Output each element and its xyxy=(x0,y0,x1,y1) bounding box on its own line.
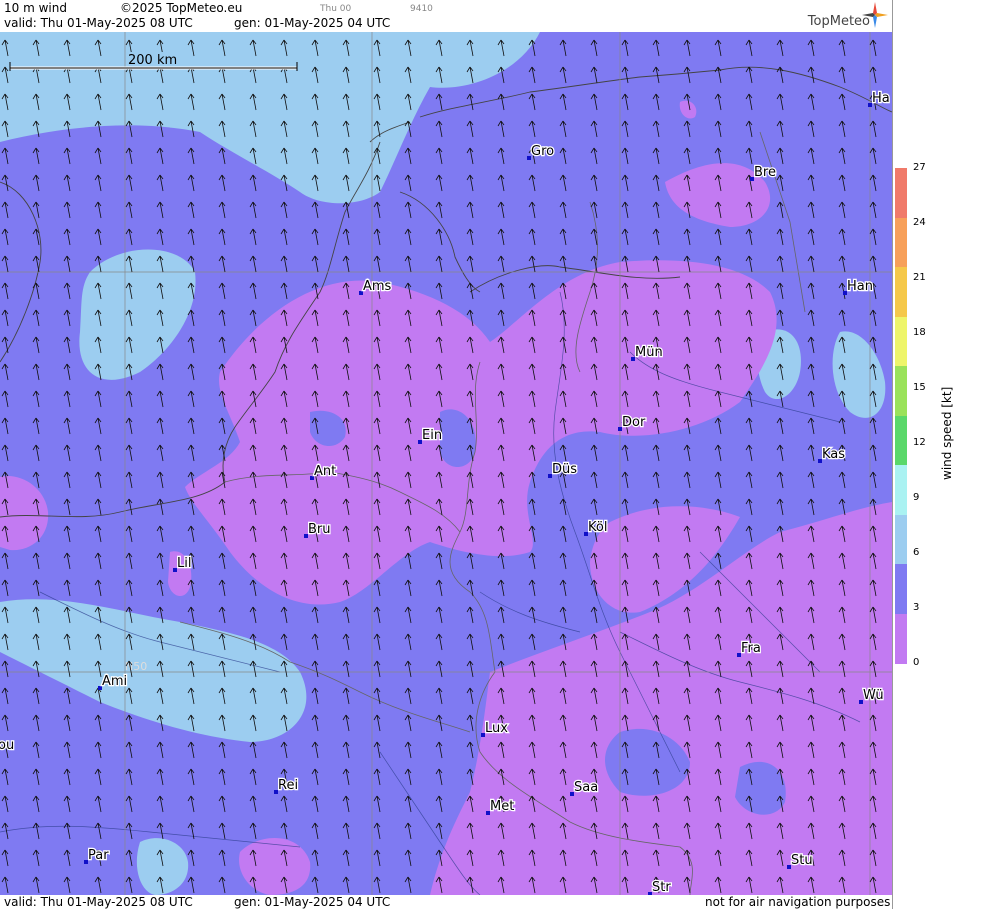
colorbar-tick-label: 24 xyxy=(913,217,926,228)
colorbar-tick-label: 3 xyxy=(913,602,920,613)
map-title: 10 m wind xyxy=(4,1,67,15)
colorbar-tick-label: 18 xyxy=(913,327,926,338)
city-label: Stu xyxy=(791,853,813,868)
city-label: Ams xyxy=(363,279,392,294)
colorbar-band xyxy=(895,217,907,268)
compass-logo-icon xyxy=(862,2,888,28)
wind-map[interactable]: N50 200 km Ha Gro Bre Ams Han Mün Dor Ein Kas Düs… xyxy=(0,32,892,895)
colorbar-tick-label: 21 xyxy=(913,272,926,283)
city-label: Gro xyxy=(531,144,554,159)
valid-time: valid: Thu 01-May-2025 08 UTC xyxy=(4,16,193,30)
colorbar-tick-label: 6 xyxy=(913,547,920,558)
scale-bar-label: 200 km xyxy=(128,53,177,68)
colorbar-tick-label: 9 xyxy=(913,492,920,503)
colorbar-band xyxy=(895,415,907,466)
city-label: Dor xyxy=(622,415,646,430)
city-label: Kas xyxy=(822,447,845,462)
city-label: Fra xyxy=(741,641,761,656)
city-label: Ant xyxy=(314,464,336,479)
footer-valid-time: valid: Thu 01-May-2025 08 UTC xyxy=(4,895,193,909)
colorbar-tick-label: 0 xyxy=(913,657,920,668)
city-label: Met xyxy=(490,799,514,814)
colorbar-band xyxy=(895,564,907,614)
city-label: Wü xyxy=(863,688,884,703)
city-label: Par xyxy=(88,848,109,863)
copyright: ©2025 TopMeteo.eu xyxy=(120,1,243,15)
code-small: 9410 xyxy=(410,4,433,14)
colorbar-band xyxy=(895,465,907,515)
colorbar-band xyxy=(895,366,907,416)
city-label: Lil xyxy=(177,556,191,571)
colorbar-tick-label: 15 xyxy=(913,382,926,393)
footer-generated-time: gen: 01-May-2025 04 UTC xyxy=(234,895,391,909)
city-label: Saa xyxy=(574,780,598,795)
disclaimer: not for air navigation purposes xyxy=(705,895,891,909)
colorbar-tick-label: 12 xyxy=(913,437,926,448)
city-label: Düs xyxy=(552,462,577,477)
city-label: Ein xyxy=(422,428,442,443)
city-label: Mün xyxy=(635,345,663,360)
colorbar-band xyxy=(895,168,907,218)
city-label: Rei xyxy=(278,778,298,793)
colorbar xyxy=(895,168,907,664)
footer-bar: valid: Thu 01-May-2025 08 UTC gen: 01-Ma… xyxy=(0,895,892,909)
city-label: Ami xyxy=(102,674,127,689)
city-label: Ha xyxy=(872,91,890,106)
header-bar: 10 m wind ©2025 TopMeteo.eu Thu 00 9410 … xyxy=(0,0,892,32)
color-legend: 27 24 21 18 15 12 9 6 3 0 xyxy=(892,0,983,909)
day-small: Thu 00 xyxy=(320,4,352,14)
city-label: Str xyxy=(652,880,671,895)
colorbar-band xyxy=(895,613,907,664)
city-label: Bru xyxy=(308,522,331,537)
generated-time: gen: 01-May-2025 04 UTC xyxy=(234,16,391,30)
city-label: Lux xyxy=(485,721,508,736)
city-label: Bre xyxy=(754,165,776,180)
city-label: ou xyxy=(0,738,14,753)
colorbar-band xyxy=(895,316,907,367)
city-label: Han xyxy=(847,279,873,294)
legend-unit-label: wind speed [kt] xyxy=(940,386,954,480)
brand-logo: TopMeteo xyxy=(807,14,870,29)
colorbar-tick-label: 27 xyxy=(913,162,926,173)
city-label: Köl xyxy=(588,520,607,535)
colorbar-band xyxy=(895,514,907,565)
colorbar-band xyxy=(895,267,907,317)
